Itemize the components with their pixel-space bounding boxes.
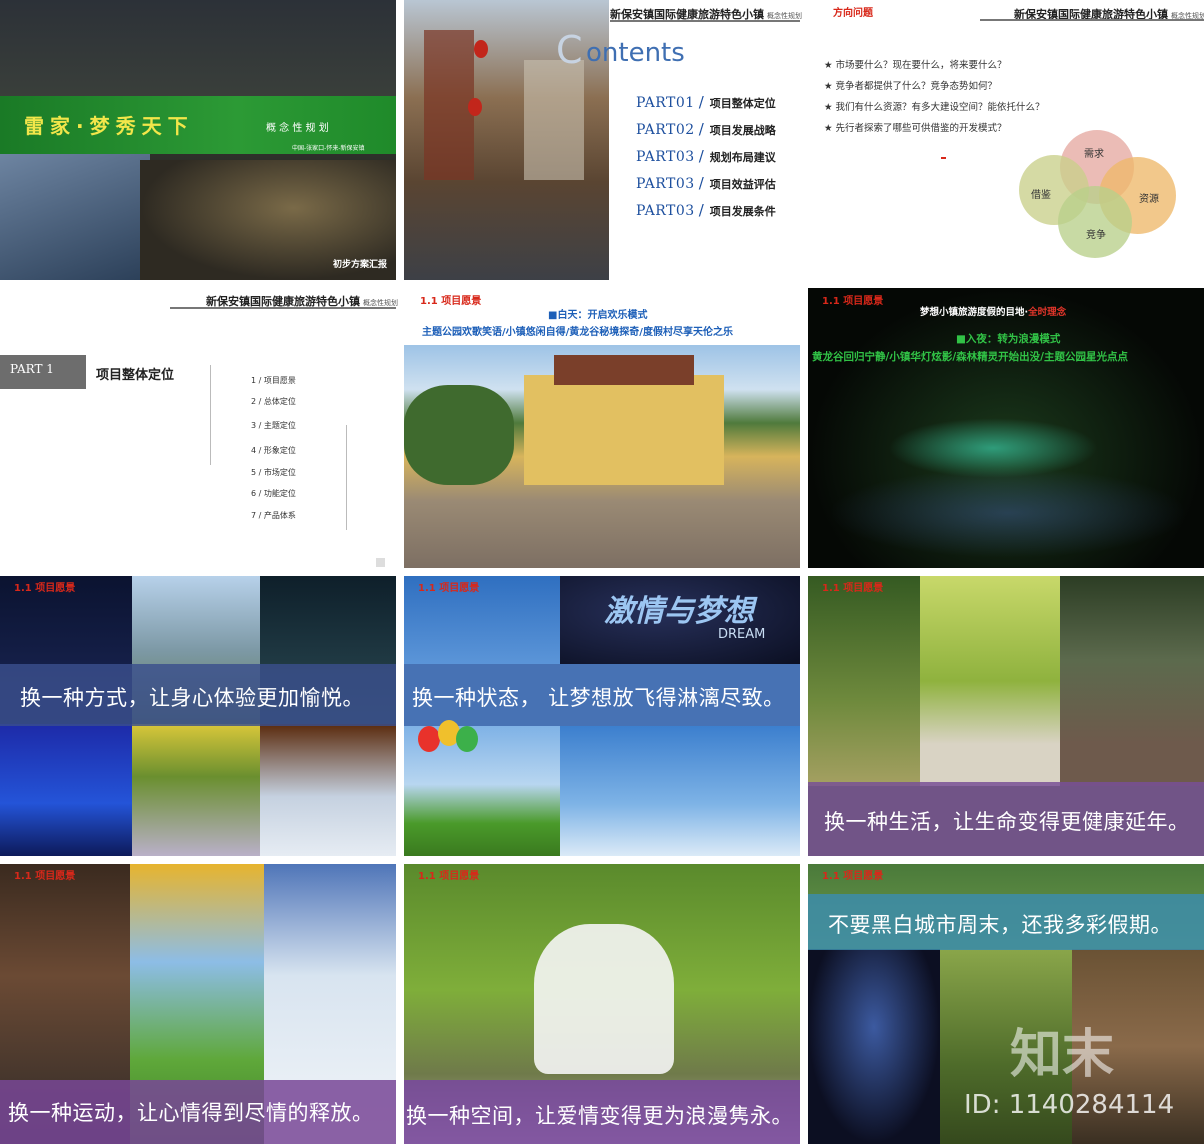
night-headline: 梦想小镇旅游度假的目地·全时理念	[920, 307, 1067, 318]
divider	[346, 425, 347, 530]
part-item-3[interactable]: 3 / 主题定位	[251, 420, 296, 431]
cover-subtitle: 概 念 性 规 划	[266, 123, 329, 134]
toc-item-3[interactable]: PART03/规划布局建议	[636, 146, 776, 165]
slide-tag: 1.1 项目愿景	[822, 583, 884, 594]
part-label: PART 1	[10, 362, 54, 376]
slide-caption: 换一种运动，让心情得到尽情的释放。	[8, 1101, 374, 1125]
slide-caption: 换一种空间，让爱情变得更为浪漫隽永。	[406, 1104, 793, 1128]
part-item-1[interactable]: 1 / 项目愿景	[251, 375, 296, 386]
watermark-brand: 知末	[1010, 1025, 1115, 1085]
slide-tag: 1.1 项目愿景	[418, 583, 480, 594]
question-1: ★ 市场要什么？现在要什么，将来要什么？	[824, 60, 1007, 71]
night-mode: ■入夜：转为浪漫模式	[956, 333, 1061, 345]
venn-label-resource: 资源	[1139, 194, 1159, 205]
slide-experience[interactable]	[0, 576, 396, 856]
slide-caption: 不要黑白城市周末，还我多彩假期。	[828, 913, 1172, 937]
toc-item-4[interactable]: PART03/项目效益评估	[636, 173, 776, 192]
header-rule	[980, 19, 1204, 21]
part-item-2[interactable]: 2 / 总体定位	[251, 396, 296, 407]
poster-title: 激情与梦想	[604, 594, 754, 629]
day-mode: ■白天：开启欢乐模式	[548, 310, 648, 321]
venn-label-reference: 借鉴	[1031, 190, 1051, 201]
part-title: 项目整体定位	[96, 368, 175, 383]
toc-item-2[interactable]: PART02/项目发展战略	[636, 119, 776, 138]
slide-tag: 1.1 项目愿景	[822, 871, 884, 882]
red-dash	[941, 157, 946, 159]
contents-title: ontents	[586, 38, 685, 68]
header-rule	[170, 307, 396, 309]
question-3: ★ 我们有什么资源？有多大建设空间？能依托什么？	[824, 102, 1045, 113]
cover-footer: 初步方案汇报	[333, 260, 388, 270]
part-item-4[interactable]: 4 / 形象定位	[251, 445, 296, 456]
header-rule	[610, 20, 800, 22]
day-line: 主题公园欢歌笑语/小镇悠闲自得/黄龙谷秘境探奇/度假村尽享天伦之乐	[422, 327, 733, 338]
slide-caption: 换一种方式，让身心体验更加愉悦。	[20, 686, 364, 710]
question-2: ★ 竞争者都提供了什么？竞争态势如何？	[824, 81, 998, 92]
slide-cover[interactable]: 雷家·梦秀天下 概 念 性 规 划 中国-张家口-怀来-新保安镇 初步方案汇报	[0, 0, 396, 280]
slide-tag: 1.1 项目愿景	[14, 871, 76, 882]
river-image	[0, 150, 150, 280]
slide-tag: 1.1 项目愿景	[14, 583, 76, 594]
slide-night[interactable]	[808, 288, 1204, 568]
slide-tag: 1.1 项目愿景	[418, 871, 480, 882]
venn-label-demand: 需求	[1084, 149, 1104, 160]
corner-mark	[376, 558, 385, 567]
question-4: ★ 先行者探索了哪些可供借鉴的开发模式？	[824, 123, 1007, 134]
venn-circle-competition	[1058, 186, 1132, 258]
cover-title: 雷家·梦秀天下	[24, 114, 194, 138]
part-item-5[interactable]: 5 / 市场定位	[251, 467, 296, 478]
toc-item-5[interactable]: PART03/项目发展条件	[636, 200, 776, 219]
cover-location: 中国-张家口-怀来-新保安镇	[292, 145, 365, 152]
slide-caption: 换一种生活，让生命变得更健康延年。	[824, 810, 1190, 834]
toc-item-1[interactable]: PART01/项目整体定位	[636, 92, 776, 111]
part-item-7[interactable]: 7 / 产品体系	[251, 510, 296, 521]
park-photo	[404, 345, 800, 568]
watermark-id: ID: 1140284114	[964, 1090, 1175, 1120]
night-line: 黄龙谷回归宁静/小镇华灯炫影/森林精灵开始出没/主题公园星光点点	[812, 351, 1129, 363]
slide-tag: 方向问题	[833, 8, 873, 19]
slide-questions[interactable]	[808, 0, 1204, 280]
slide-caption: 换一种状态， 让梦想放飞得淋漓尽致。	[412, 686, 785, 710]
divider	[210, 365, 211, 465]
slide-part1[interactable]	[0, 288, 396, 568]
venn-label-competition: 竞争	[1086, 230, 1106, 241]
part-item-6[interactable]: 6 / 功能定位	[251, 488, 296, 499]
slide-tag: 1.1 项目愿景	[420, 296, 482, 307]
poster-en: DREAM	[718, 627, 766, 642]
contents-c: C	[556, 28, 583, 72]
slide-tag: 1.1 项目愿景	[822, 296, 884, 307]
